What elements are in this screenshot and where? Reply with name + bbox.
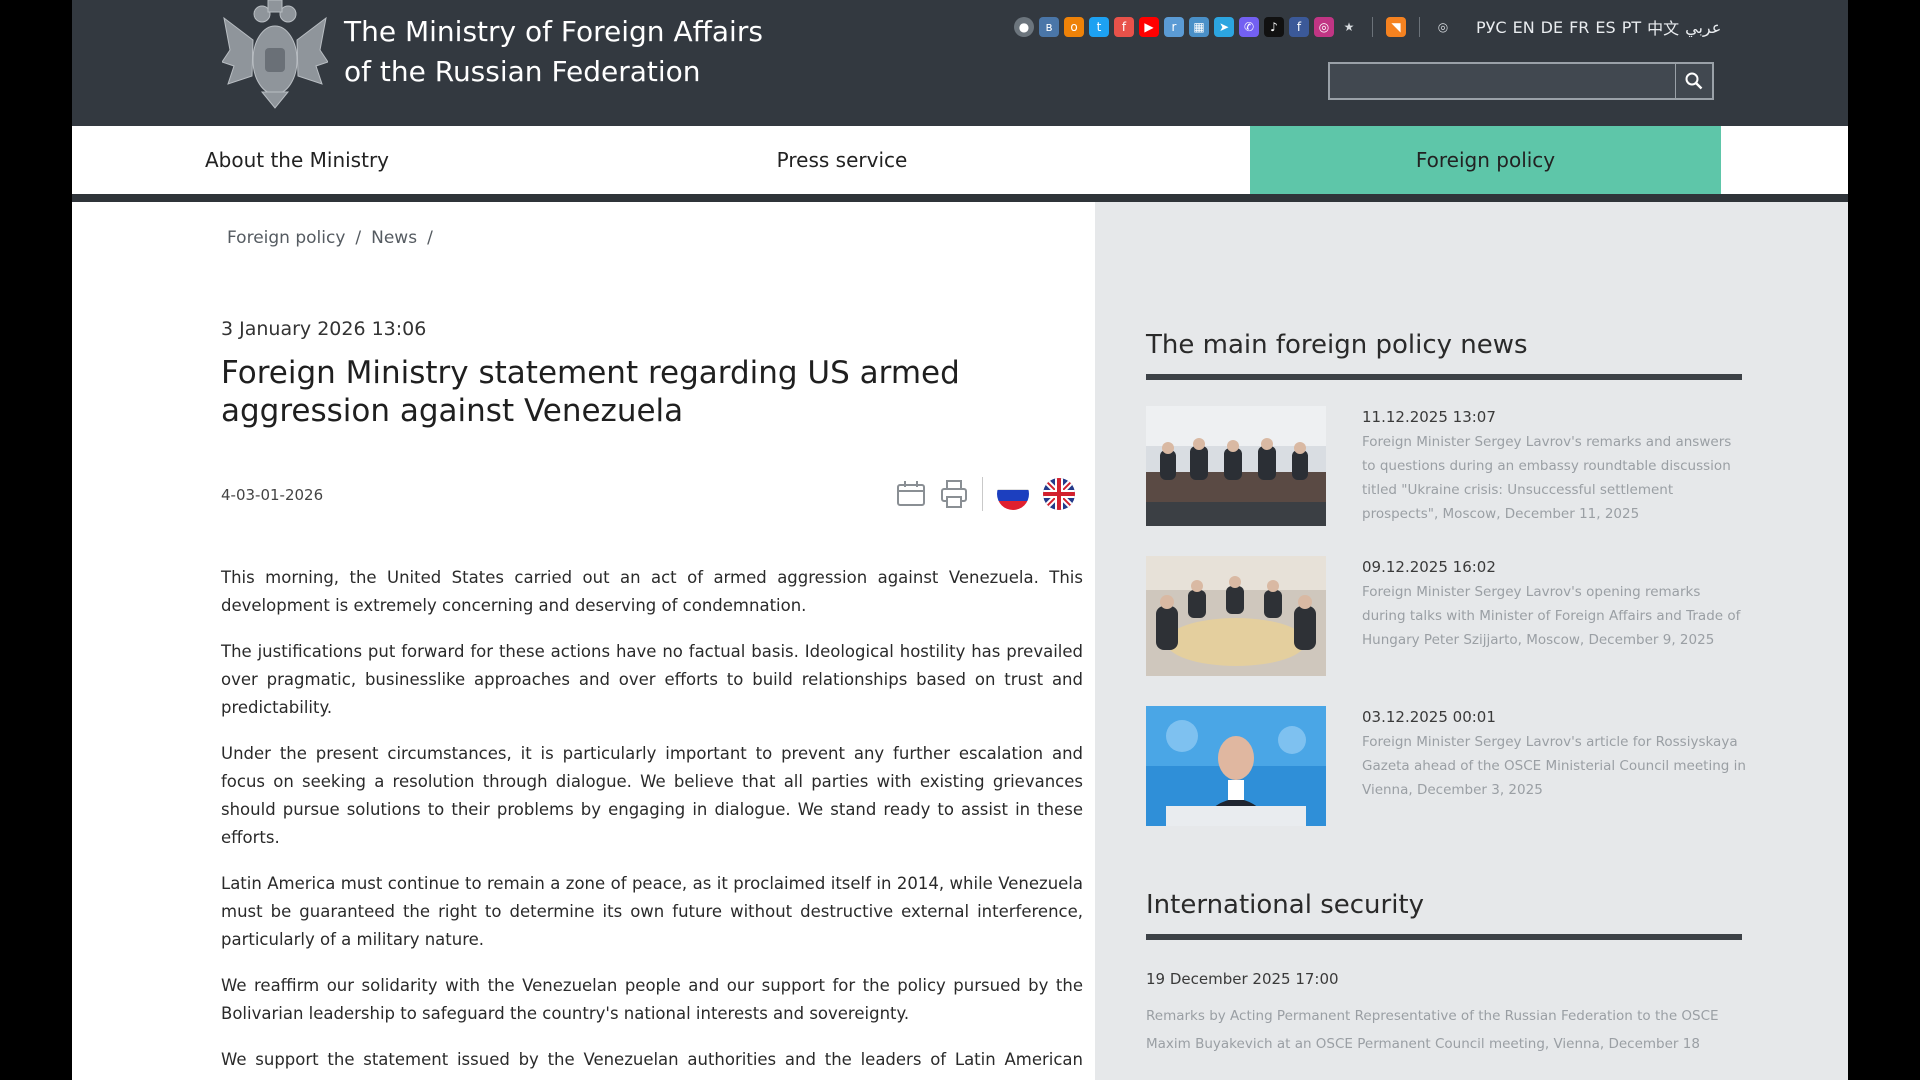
lang-fr[interactable]: FR	[1569, 18, 1589, 37]
news-item[interactable]: 09.12.2025 16:02 Foreign Minister Sergey…	[1146, 556, 1742, 676]
site-title-line-1: The Ministry of Foreign Affairs	[344, 15, 763, 48]
news-title[interactable]: Foreign Minister Sergey Lavrov's remarks…	[1362, 430, 1746, 526]
sidebar: The main foreign policy news 11.12.2025 …	[1095, 202, 1848, 1080]
article-column: Foreign policy / News / 3 January 2026 1…	[72, 202, 1095, 1080]
print-icon[interactable]	[940, 479, 968, 509]
article-body: This morning, the United States carried …	[221, 564, 1083, 1080]
news-title[interactable]: Foreign Minister Sergey Lavrov's article…	[1362, 730, 1746, 802]
search-button[interactable]	[1675, 64, 1712, 98]
dzen-icon[interactable]: ▦	[1189, 17, 1209, 37]
international-security-heading[interactable]: International security	[1146, 890, 1424, 920]
site-header: The Ministry of Foreign Affairs of the R…	[72, 0, 1848, 126]
lang-pt[interactable]: PT	[1622, 18, 1641, 37]
globe-icon[interactable]: ●	[1014, 17, 1034, 37]
document-number: 4-03-01-2026	[221, 486, 324, 504]
social-divider	[1372, 17, 1373, 37]
news-thumbnail[interactable]	[1146, 706, 1326, 826]
security-news-date: 19 December 2025 17:00	[1146, 970, 1339, 988]
social-divider	[1419, 17, 1420, 37]
instagram-icon[interactable]: ◎	[1314, 17, 1334, 37]
accessibility-icon[interactable]: ◎	[1433, 17, 1453, 37]
telegram-icon[interactable]: ➤	[1214, 17, 1234, 37]
ok-icon[interactable]: о	[1064, 17, 1084, 37]
article-paragraph: This morning, the United States carried …	[221, 568, 1083, 615]
article-date: 3 January 2026 13:06	[221, 318, 427, 340]
news-thumbnail[interactable]	[1146, 406, 1326, 526]
heading-rule	[1146, 934, 1742, 940]
coat-of-arms-emblem[interactable]	[221, 0, 329, 110]
calendar-icon[interactable]	[896, 480, 926, 508]
article-paragraph: We reaffirm our solidarity with the Vene…	[221, 976, 1083, 1023]
lang-es[interactable]: ES	[1595, 18, 1615, 37]
news-date: 11.12.2025 13:07	[1362, 408, 1496, 426]
news-date: 03.12.2025 00:01	[1362, 708, 1496, 726]
main-news-heading[interactable]: The main foreign policy news	[1146, 330, 1528, 360]
search-input[interactable]	[1338, 68, 1662, 96]
lang-ar[interactable]: عربي	[1685, 18, 1721, 37]
search-icon	[1685, 72, 1703, 90]
search-box	[1328, 62, 1714, 100]
article-paragraph: We support the statement issued by the V…	[221, 1050, 1083, 1080]
news-item[interactable]: 03.12.2025 00:01 Foreign Minister Sergey…	[1146, 706, 1746, 826]
facebook-icon[interactable]: f	[1289, 17, 1309, 37]
heading-rule	[1146, 374, 1742, 380]
main-nav: About the Ministry Press service Foreign…	[72, 126, 1848, 202]
tools-divider	[982, 477, 983, 511]
nav-item-press-service[interactable]: Press service	[662, 126, 1022, 194]
news-date: 09.12.2025 16:02	[1362, 558, 1496, 576]
nav-item-foreign-policy[interactable]: Foreign policy	[1250, 126, 1721, 194]
site-title-line-2: of the Russian Federation	[344, 55, 701, 88]
rss-icon[interactable]: ◥	[1386, 17, 1406, 37]
youtube-icon[interactable]: ▶	[1139, 17, 1159, 37]
security-news-title[interactable]: Remarks by Acting Permanent Representati…	[1146, 1002, 1746, 1058]
article-paragraph: The justifications put forward for these…	[221, 642, 1083, 717]
news-title[interactable]: Foreign Minister Sergey Lavrov's opening…	[1362, 580, 1746, 652]
language-switcher: РУС EN DE FR ES PT 中文 عربي	[1476, 14, 1721, 40]
article-title: Foreign Ministry statement regarding US …	[221, 355, 960, 429]
article-tools	[896, 472, 1075, 516]
lang-de[interactable]: DE	[1541, 18, 1563, 37]
news-item[interactable]: 11.12.2025 13:07 Foreign Minister Sergey…	[1146, 406, 1742, 526]
tiktok-icon[interactable]: ♪	[1264, 17, 1284, 37]
uk-flag-icon[interactable]	[1043, 478, 1075, 510]
breadcrumb: Foreign policy / News /	[227, 228, 433, 248]
flickr-icon[interactable]: f	[1114, 17, 1134, 37]
lang-en[interactable]: EN	[1513, 18, 1535, 37]
breadcrumb-foreign-policy[interactable]: Foreign policy	[227, 228, 345, 248]
lang-zh[interactable]: 中文	[1647, 15, 1679, 39]
breadcrumb-news[interactable]: News	[371, 228, 417, 248]
russian-flag-icon[interactable]	[997, 478, 1029, 510]
news-thumbnail[interactable]	[1146, 556, 1326, 676]
site-title[interactable]: The Ministry of Foreign Affairs of the R…	[344, 12, 763, 92]
rutube-icon[interactable]: r	[1164, 17, 1184, 37]
star-icon[interactable]: ★	[1339, 17, 1359, 37]
article-paragraph: Latin America must continue to remain a …	[221, 874, 1083, 949]
breadcrumb-separator: /	[427, 228, 433, 248]
viber-icon[interactable]: ✆	[1239, 17, 1259, 37]
nav-item-about-ministry[interactable]: About the Ministry	[72, 126, 522, 194]
breadcrumb-separator: /	[355, 228, 362, 248]
browser-viewport: The Ministry of Foreign Affairs of the R…	[72, 0, 1848, 1080]
twitter-icon[interactable]: t	[1089, 17, 1109, 37]
article-paragraph: Under the present circumstances, it is p…	[221, 744, 1083, 847]
vk-icon[interactable]: в	[1039, 17, 1059, 37]
lang-ru[interactable]: РУС	[1476, 18, 1507, 37]
social-links: ● в о t f ▶ r ▦ ➤ ✆ ♪ f ◎ ★ ◥ ◎	[1014, 14, 1453, 40]
